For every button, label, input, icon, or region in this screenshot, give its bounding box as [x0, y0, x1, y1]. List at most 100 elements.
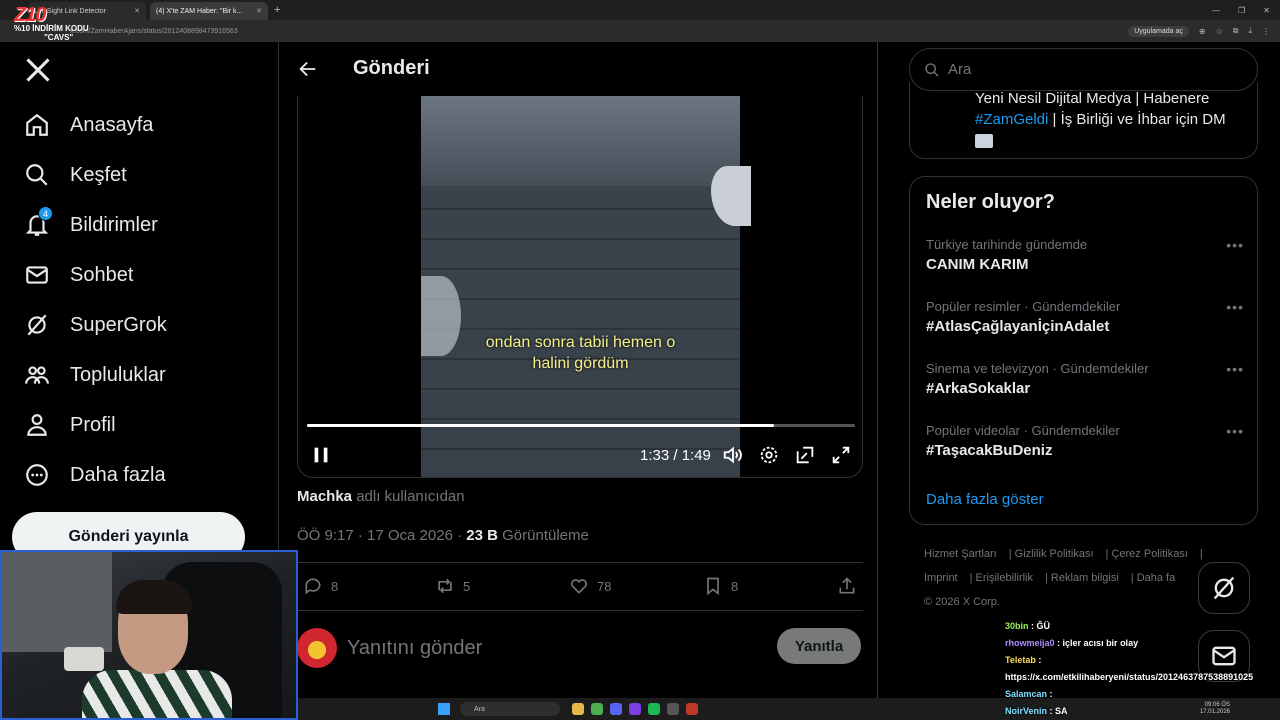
pip-icon[interactable] — [794, 444, 816, 466]
settings-gear-icon[interactable] — [758, 444, 780, 466]
discord-icon[interactable] — [610, 703, 622, 715]
taskbar-search[interactable]: Ara — [460, 702, 560, 716]
extensions-icon[interactable]: ⧉ — [1233, 26, 1239, 36]
bookmark-action[interactable]: 8 — [703, 576, 738, 596]
grok-button[interactable] — [1198, 562, 1250, 614]
zoom-icon[interactable]: ⊕ — [1199, 27, 1206, 36]
like-count: 78 — [597, 578, 612, 594]
footer-link[interactable]: Reklam bilgisi — [1051, 572, 1119, 584]
page-title: Gönderi — [353, 57, 430, 79]
trend-item[interactable]: Türkiye tarihinde gündemde CANIM KARIM •… — [926, 237, 1246, 273]
window-controls: — ❐ ✕ — [1212, 6, 1280, 15]
trend-category: Sinema ve televizyon · Gündemdekiler — [926, 361, 1149, 376]
browser-tab-2[interactable]: (4) X'te ZAM Haber: "Bir k... ✕ — [150, 2, 268, 20]
divider — [297, 610, 863, 611]
footer-link[interactable]: Hizmet Şartları — [924, 548, 997, 560]
source-suffix: adlı kullanıcıdan — [356, 488, 465, 505]
nav-item-communities[interactable]: Topluluklar — [24, 362, 166, 388]
twitch-icon[interactable] — [629, 703, 641, 715]
menu-icon[interactable]: ⋮ — [1262, 27, 1270, 36]
reply-action[interactable]: 8 — [303, 576, 338, 596]
obs-icon[interactable] — [667, 703, 679, 715]
pause-icon[interactable] — [310, 444, 332, 466]
x-logo-icon[interactable] — [24, 56, 52, 84]
footer-link[interactable]: Daha fa — [1137, 572, 1176, 584]
footer-link[interactable]: Gizlilik Politikası — [1015, 548, 1094, 560]
share-icon — [839, 577, 855, 594]
new-tab-button[interactable]: + — [274, 4, 280, 16]
nav-item-chat[interactable]: Sohbet — [24, 262, 133, 288]
profile-bio-card: Yeni Nesil Dijital Medya | Habenere #Zam… — [909, 82, 1258, 159]
like-action[interactable]: 78 — [569, 576, 611, 596]
show-more-link[interactable]: Daha fazla göster — [926, 491, 1044, 508]
video-player[interactable]: ondan sonra tabii hemen o halini gördüm … — [297, 96, 863, 478]
app-icon[interactable] — [686, 703, 698, 715]
bio-hashtag[interactable]: #ZamGeldi — [975, 111, 1048, 128]
windows-start-icon[interactable] — [438, 703, 450, 715]
chat-message: Salamcan : — [1005, 689, 1053, 699]
subtitle-line: halini gördüm — [532, 355, 629, 372]
nav-item-home[interactable]: Anasayfa — [24, 112, 153, 138]
close-tab-icon[interactable]: ✕ — [134, 7, 140, 15]
close-window-icon[interactable]: ✕ — [1263, 6, 1270, 15]
reply-button[interactable]: Yanıtla — [777, 628, 861, 664]
volume-icon[interactable] — [722, 444, 744, 466]
trend-item[interactable]: Popüler videolar · Gündemdekiler #Taşaca… — [926, 423, 1246, 459]
fullscreen-icon[interactable] — [830, 444, 852, 466]
nav-item-profile[interactable]: Profil — [24, 412, 116, 438]
file-explorer-icon[interactable] — [572, 703, 584, 715]
chrome-icon[interactable] — [591, 703, 603, 715]
repost-count: 5 — [463, 578, 471, 594]
minimize-icon[interactable]: — — [1212, 6, 1220, 15]
post-datetime[interactable]: ÖÖ 9:17 · 17 Oca 2026 · — [297, 527, 466, 544]
nav-item-notifications[interactable]: 4 Bildirimler — [24, 206, 158, 238]
copyright: © 2026 X Corp. — [924, 596, 1000, 608]
more-options-icon[interactable]: ••• — [1226, 361, 1244, 377]
close-tab-icon[interactable]: ✕ — [256, 7, 262, 15]
reply-count: 8 — [331, 578, 339, 594]
download-icon[interactable]: ⤓ — [1248, 26, 1252, 36]
trend-item[interactable]: Sinema ve televizyon · Gündemdekiler #Ar… — [926, 361, 1246, 397]
trend-item[interactable]: Popüler resimler · Gündemdekiler #AtlasÇ… — [926, 299, 1246, 335]
repost-action[interactable]: 5 — [435, 576, 470, 596]
chat-message: https://x.com/etkilihaberyeni/status/201… — [1005, 669, 1277, 686]
more-options-icon[interactable]: ••• — [1226, 237, 1244, 253]
more-options-icon[interactable]: ••• — [1226, 299, 1244, 315]
promo-code: %10 İNDİRİM KODU — [14, 24, 89, 33]
nav-item-label: Anasayfa — [70, 113, 154, 136]
search-input[interactable]: Ara — [948, 61, 971, 78]
divider — [297, 562, 863, 563]
chat-text: https://x.com/etkilihaberyeni/status/201… — [1005, 672, 1254, 682]
source-user-link[interactable]: Machka — [297, 488, 352, 505]
post-actions: 8 5 78 8 — [297, 572, 863, 602]
more-circle-icon — [26, 464, 48, 486]
spotify-icon[interactable] — [648, 703, 660, 715]
chat-user: 30bin — [1005, 621, 1029, 631]
avatar[interactable] — [297, 628, 337, 668]
open-in-app-button[interactable]: Uygulamada aç — [1128, 25, 1189, 37]
browser-tabbar: LinkSight Link Detector ✕ (4) X'te ZAM H… — [0, 0, 1280, 20]
reply-input[interactable]: Yanıtını gönder — [347, 637, 482, 660]
nav-item-more[interactable]: Daha fazla — [24, 462, 166, 488]
share-action[interactable] — [837, 576, 857, 596]
footer-link[interactable]: Çerez Politikası — [1111, 548, 1187, 560]
star-icon[interactable]: ☆ — [1216, 27, 1223, 36]
trend-category: Popüler resimler · Gündemdekiler — [926, 299, 1121, 314]
chat-message: NoirVenin : SA — [1005, 706, 1068, 716]
nav-item-supergrok[interactable]: SuperGrok — [24, 312, 167, 338]
envelope-emoji-icon — [975, 134, 993, 149]
nav-item-label: Daha fazla — [70, 463, 166, 486]
search-icon — [26, 164, 48, 186]
post-meta: ÖÖ 9:17 · 17 Oca 2026 · 23 B Görüntüleme — [297, 527, 589, 544]
search-box[interactable]: Ara — [909, 48, 1258, 91]
video-progress-bar[interactable] — [307, 424, 855, 427]
nav-item-explore[interactable]: Keşfet — [24, 162, 127, 188]
footer-link[interactable]: Imprint — [924, 572, 958, 584]
more-options-icon[interactable]: ••• — [1226, 423, 1244, 439]
footer-link[interactable]: Erişilebilirlik — [976, 572, 1033, 584]
bookmark-count: 8 — [731, 578, 739, 594]
post-header: Gönderi — [279, 42, 879, 96]
maximize-icon[interactable]: ❐ — [1238, 6, 1245, 15]
back-arrow-icon[interactable] — [297, 58, 319, 80]
address-bar[interactable]: x.com/ZamHaberAjans/status/2012408898473… — [0, 20, 1280, 42]
